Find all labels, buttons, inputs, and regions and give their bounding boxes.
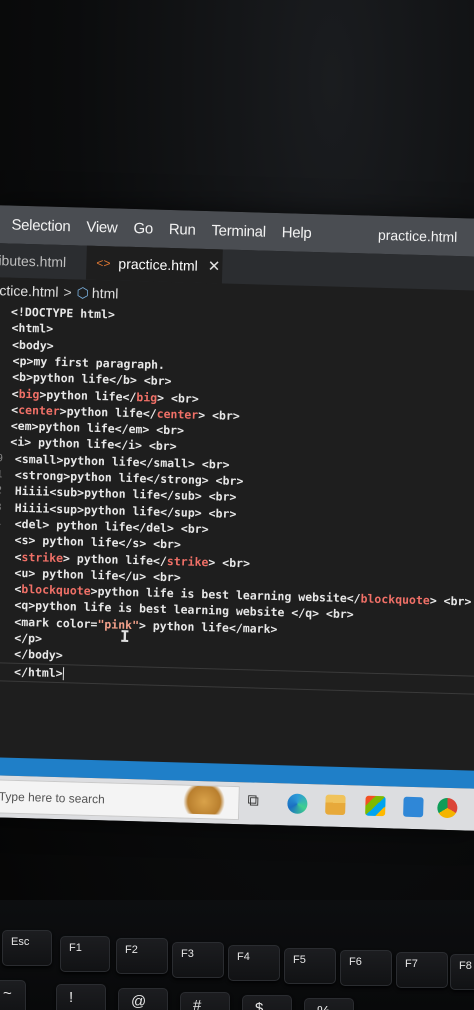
line-number: 4	[0, 515, 1, 532]
store-icon[interactable]	[365, 795, 386, 817]
key-percent: %	[304, 998, 354, 1010]
breadcrumb-symbol[interactable]: html	[92, 285, 119, 302]
line-number	[0, 303, 7, 304]
task-view-icon[interactable]: ⧉	[247, 790, 268, 811]
line-number	[0, 401, 5, 402]
key-f4: F4	[228, 945, 280, 981]
line-number: 2	[0, 485, 3, 497]
symbol-cube-icon: ⬡	[76, 283, 90, 301]
close-icon[interactable]: ✕	[208, 257, 221, 275]
code-text: <html>	[11, 320, 54, 337]
menu-help[interactable]: Help	[282, 224, 312, 242]
tab-label: ibutes.html	[0, 252, 67, 271]
line-number	[0, 352, 6, 353]
line-number	[0, 384, 5, 385]
key-f8: F8	[450, 954, 474, 990]
html-file-icon: <>	[96, 255, 111, 271]
breadcrumb: actice.html > ⬡ html	[0, 277, 119, 307]
key-f1: F1	[60, 936, 110, 972]
chrome-icon[interactable]	[437, 797, 458, 819]
search-placeholder: Type here to search	[0, 789, 105, 807]
menu-selection[interactable]: Selection	[11, 216, 70, 235]
tab-label: practice.html	[118, 255, 198, 274]
window-title: practice.html	[377, 226, 458, 246]
menu-run[interactable]: Run	[169, 220, 196, 238]
key-tilde: ~	[0, 980, 26, 1010]
file-explorer-icon[interactable]	[325, 794, 346, 816]
line-number: 5	[0, 531, 1, 548]
caret	[62, 666, 64, 680]
line-number	[0, 368, 5, 369]
laptop-keyboard: Esc F1 F2 F3 F4 F5 F6 F7 F8 ~ ! @ # $ %	[0, 900, 474, 1010]
key-dollar: $	[242, 995, 292, 1010]
line-number: 1	[0, 469, 3, 481]
key-f3: F3	[172, 942, 224, 978]
breadcrumb-file[interactable]: actice.html	[0, 282, 59, 300]
photo-background: Selection View Go Run Terminal Help prac…	[0, 0, 474, 1010]
line-number	[0, 336, 6, 337]
text-cursor-icon: I	[119, 626, 130, 647]
search-highlight-image	[183, 785, 230, 815]
edge-icon[interactable]	[287, 793, 308, 815]
key-f7: F7	[396, 952, 448, 988]
key-f6: F6	[340, 950, 392, 986]
code-text: </p>	[14, 630, 43, 646]
monitor-screen: Selection View Go Run Terminal Help prac…	[0, 205, 474, 831]
line-number: 9	[0, 452, 4, 465]
tab-attributes[interactable]: ibutes.html	[0, 242, 95, 280]
breadcrumb-separator: >	[63, 284, 72, 301]
line-number: 3	[0, 498, 2, 515]
key-exclamation: !	[56, 984, 106, 1010]
code-text: <body>	[11, 337, 54, 353]
menu-go[interactable]: Go	[133, 219, 153, 237]
menu-terminal[interactable]: Terminal	[211, 222, 266, 241]
menu-view[interactable]: View	[86, 218, 118, 236]
key-esc: Esc	[2, 930, 52, 966]
key-hash: #	[180, 992, 230, 1010]
mail-icon[interactable]	[403, 796, 424, 818]
line-number	[0, 319, 7, 320]
key-at: @	[118, 988, 168, 1010]
code-editor[interactable]: <!DOCTYPE html> <html> <body> <p>my first p…	[0, 303, 474, 777]
key-f2: F2	[116, 938, 168, 974]
line-number	[0, 417, 4, 418]
line-number	[0, 433, 4, 434]
tab-practice[interactable]: <> practice.html ✕	[85, 245, 223, 284]
key-f5: F5	[284, 948, 336, 984]
